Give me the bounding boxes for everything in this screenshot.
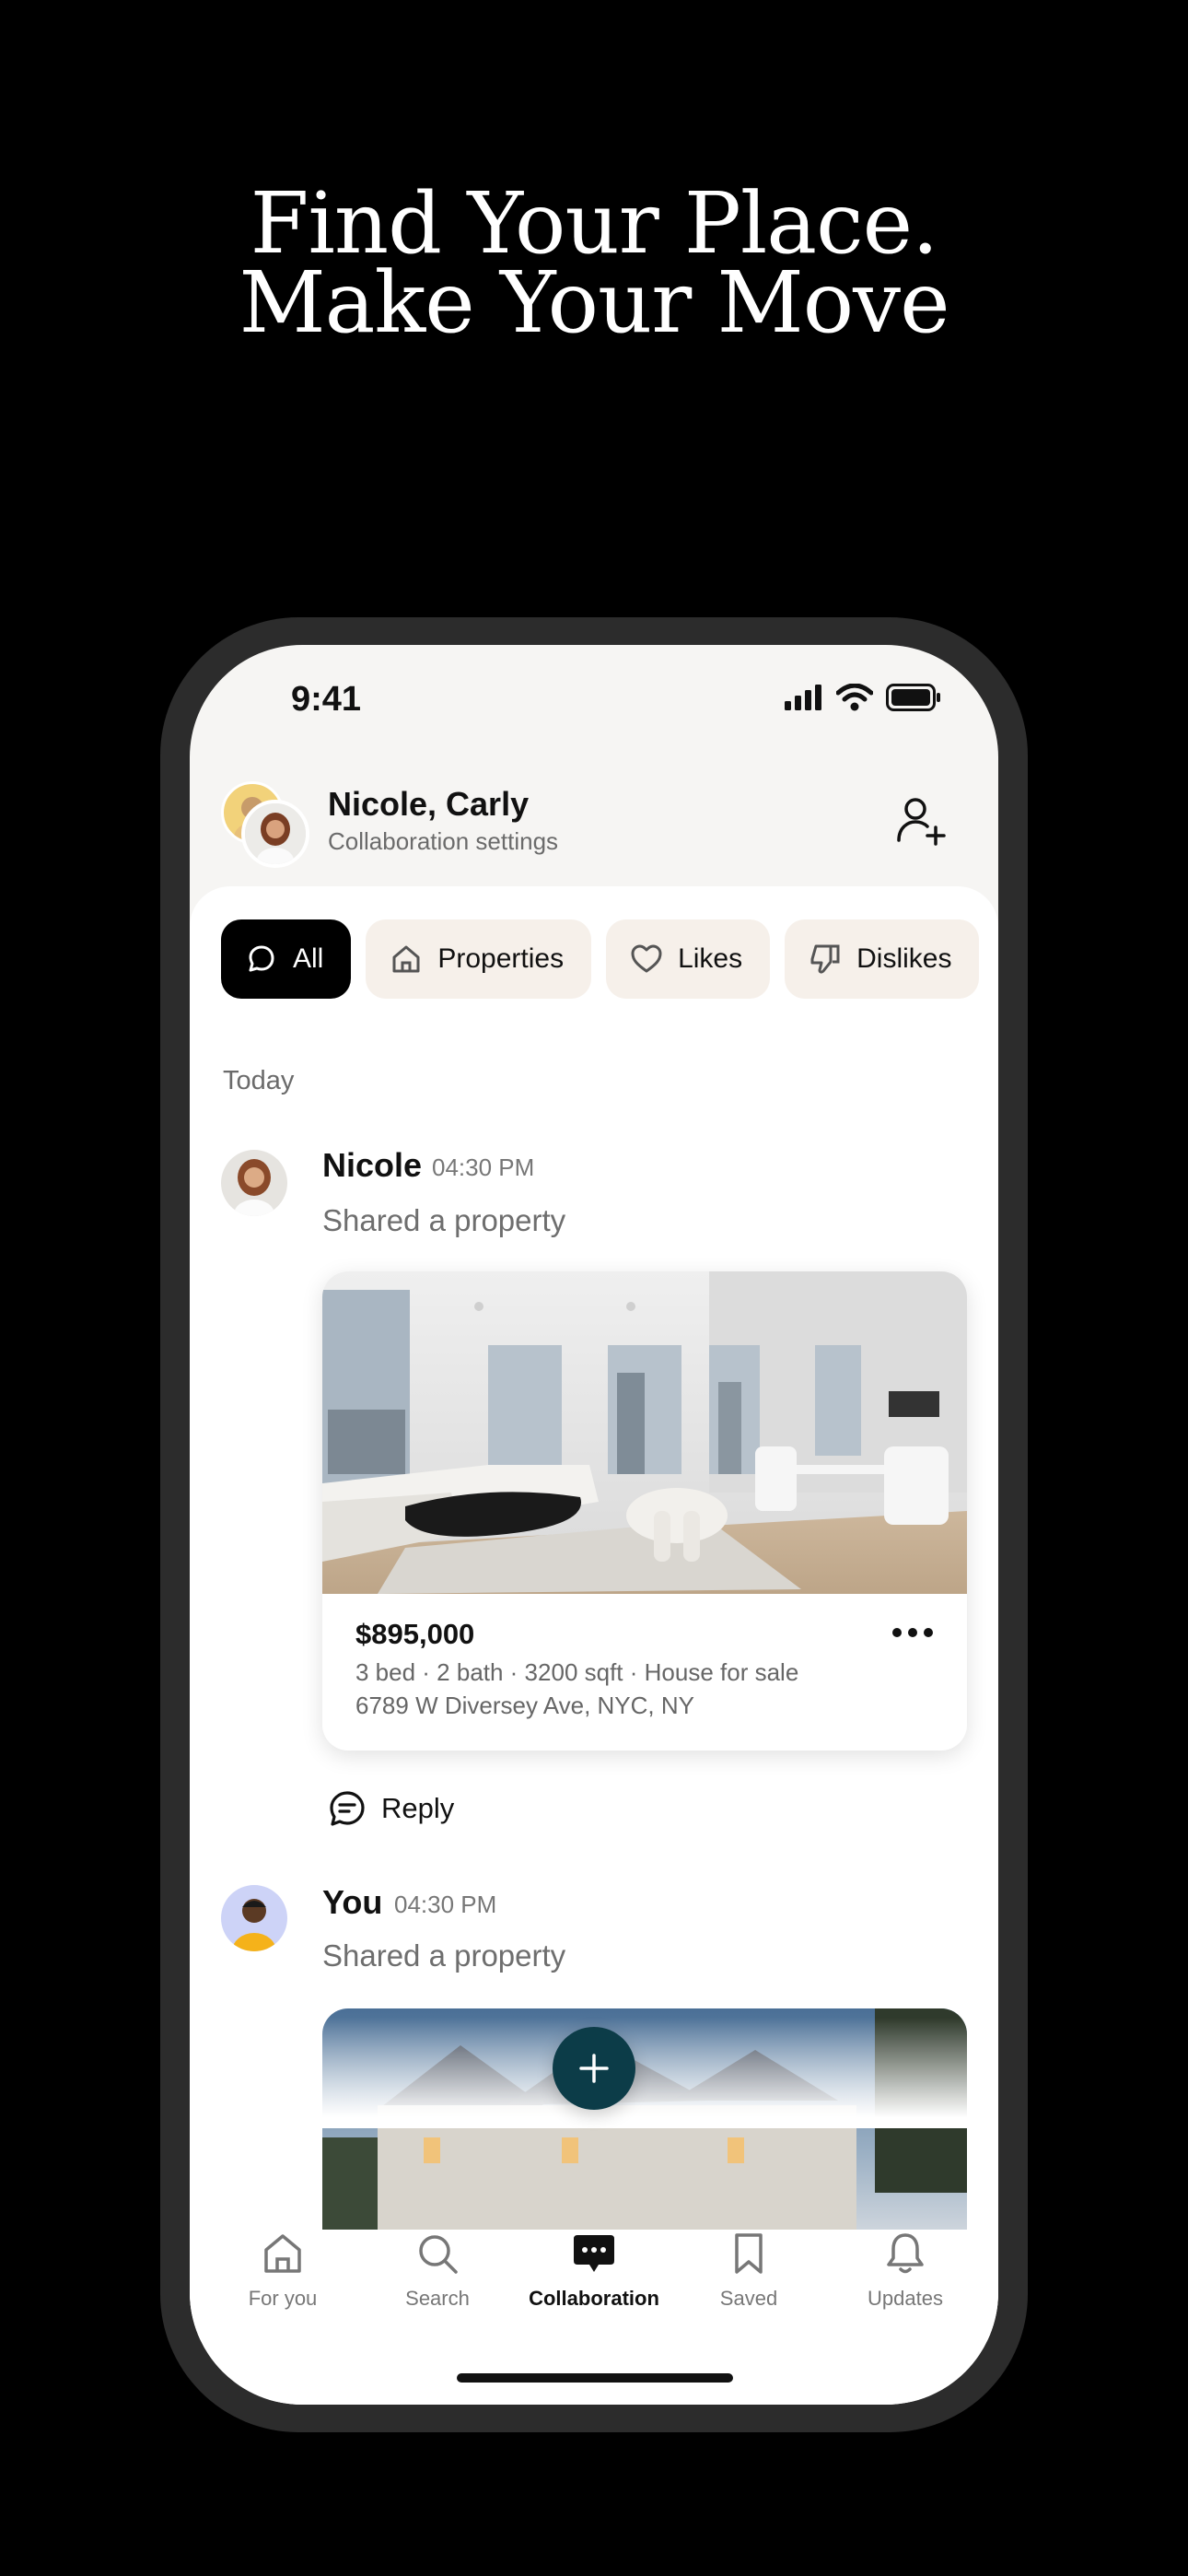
message-author: Nicole [322, 1146, 423, 1184]
property-card[interactable]: $895,000 3 bed · 2 bath · 3200 sqft · Ho… [322, 1271, 967, 1751]
battery-icon [886, 684, 940, 711]
add-button[interactable] [553, 2027, 635, 2110]
tab-label: Updates [868, 2287, 943, 2310]
headline-line-1: Find Your Place. [250, 174, 939, 273]
signal-icon [785, 685, 821, 710]
home-indicator [457, 2373, 733, 2383]
filter-chip-likes[interactable]: Likes [606, 919, 771, 999]
tab-label: Collaboration [529, 2287, 659, 2310]
more-options-icon[interactable] [891, 1622, 934, 1644]
message-time: 04:30 PM [432, 1153, 535, 1181]
wifi-icon [836, 684, 873, 711]
feed-panel: All Properties Likes Dislikes Today Nico… [190, 886, 998, 2405]
collaboration-settings-link[interactable]: Collaboration settings [328, 827, 558, 856]
headline-line-2: Make Your Move [239, 253, 949, 352]
chat-icon [249, 945, 274, 972]
tab-updates[interactable]: Updates [827, 2230, 984, 2311]
reply-label: Reply [381, 1792, 455, 1824]
home-icon [264, 2234, 301, 2273]
tab-label: Search [405, 2287, 470, 2310]
tab-collaboration[interactable]: Collaboration [516, 2230, 672, 2311]
avatar-you[interactable] [221, 1885, 287, 1951]
marketing-headline: Find Your Place. Make Your Move [0, 174, 1188, 352]
filter-chip-label: Properties [437, 943, 565, 974]
message-time: 04:30 PM [394, 1891, 497, 1918]
tab-label: Saved [719, 2287, 778, 2310]
tab-bar: For you Search Collaboration Saved Updat… [190, 2230, 998, 2340]
avatar-nicole [241, 800, 309, 868]
filter-chip-label: Likes [678, 943, 743, 974]
filter-chip-label: All [293, 943, 324, 974]
day-label: Today [223, 1066, 295, 1095]
filter-chip-properties[interactable]: Properties [366, 919, 592, 999]
property-address: 6789 W Diversey Ave, NYC, NY [355, 1692, 694, 1719]
plus-icon [579, 2054, 609, 2083]
property-photo [322, 1271, 967, 1594]
filter-chip-dislikes[interactable]: Dislikes [785, 919, 980, 999]
filter-chips: All Properties Likes Dislikes [221, 919, 980, 999]
search-icon [419, 2235, 458, 2274]
tab-saved[interactable]: Saved [670, 2230, 827, 2311]
property-price: $895,000 [355, 1618, 475, 1650]
message-author: You [322, 1883, 383, 1921]
collaborators-names: Nicole, Carly [328, 785, 530, 823]
thumbs-down-icon [810, 944, 840, 974]
reply-icon [330, 1791, 365, 1826]
status-time: 9:41 [291, 680, 362, 719]
bookmark-icon [735, 2233, 763, 2274]
phone-screen: 9:41 Nicole, Carly Collaboration setting… [190, 645, 998, 2405]
property-details: 3 bed · 2 bath · 3200 sqft · House for s… [355, 1658, 799, 1686]
add-person-icon[interactable] [895, 794, 949, 848]
avatar-nicole[interactable] [221, 1150, 287, 1216]
filter-chip-all[interactable]: All [221, 919, 352, 999]
message-text: Shared a property [322, 1203, 566, 1237]
status-icons [785, 684, 941, 711]
tab-search[interactable]: Search [359, 2230, 516, 2311]
heart-icon [631, 944, 662, 973]
home-icon [392, 945, 420, 973]
chat-bubble-icon [574, 2235, 614, 2272]
reply-button[interactable]: Reply [328, 1789, 454, 1828]
collaboration-header[interactable]: Nicole, Carly Collaboration settings [190, 774, 998, 875]
message-text: Shared a property [322, 1938, 566, 1973]
tab-label: For you [248, 2287, 318, 2310]
avatar-stack [221, 781, 309, 868]
tab-for-you[interactable]: For you [204, 2230, 361, 2311]
filter-chip-label: Dislikes [856, 943, 952, 974]
bell-icon [887, 2233, 924, 2274]
